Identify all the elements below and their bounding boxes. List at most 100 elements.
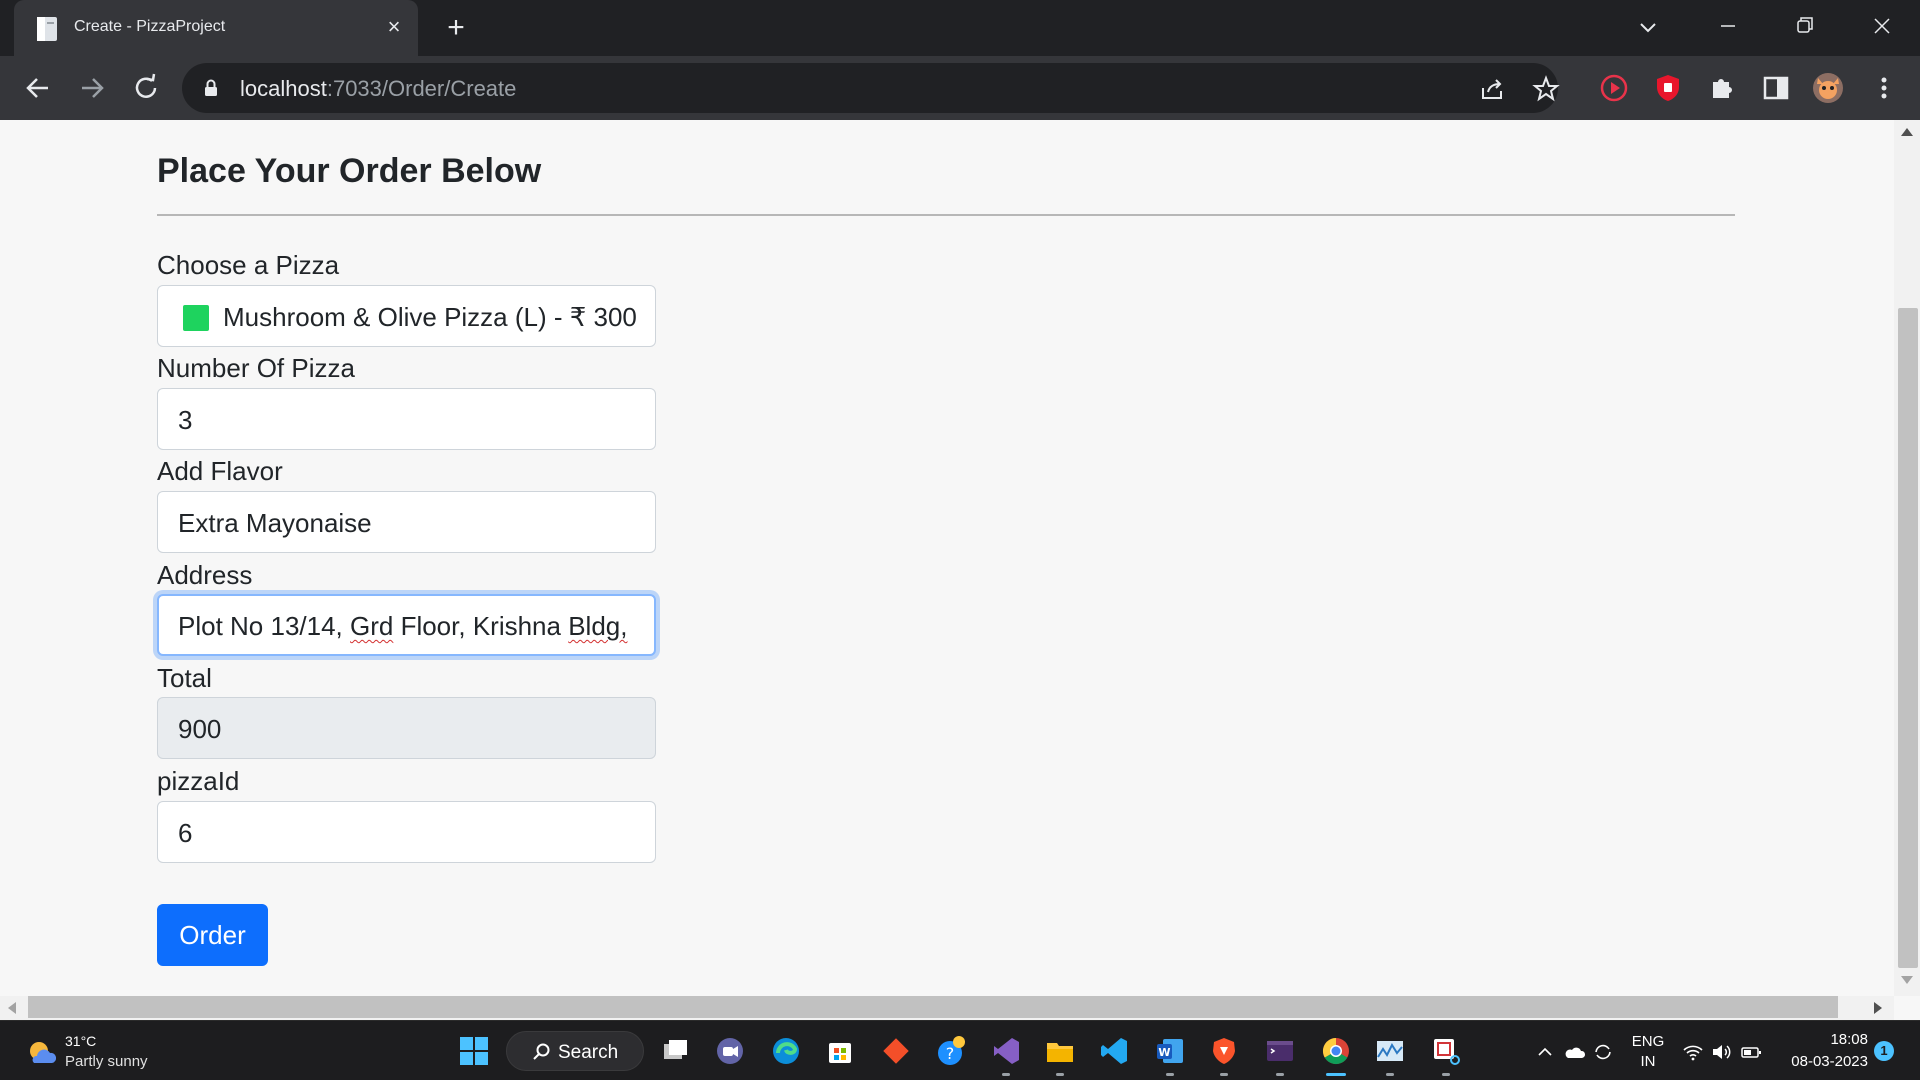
terminal-icon[interactable] <box>1264 1035 1296 1067</box>
pizzaid-label: pizzaId <box>157 766 240 796</box>
close-icon[interactable]: × <box>380 13 408 41</box>
vertical-scrollbar[interactable] <box>1894 120 1920 996</box>
onedrive-icon[interactable] <box>1564 1041 1586 1063</box>
scroll-down-icon[interactable] <box>1901 976 1913 984</box>
running-indicator <box>1276 1073 1284 1076</box>
battery-icon[interactable] <box>1740 1041 1762 1063</box>
flavor-label: Add Flavor <box>157 456 283 486</box>
flavor-value: Extra Mayonaise <box>178 508 372 538</box>
record-extension-icon[interactable] <box>1598 72 1630 104</box>
browser-tab[interactable]: Create - PizzaProject × <box>14 0 418 56</box>
taskbar-search[interactable]: Search <box>506 1031 644 1071</box>
total-value: 900 <box>178 714 222 744</box>
lock-icon[interactable] <box>204 79 218 97</box>
puzzle-extensions-icon[interactable] <box>1706 72 1738 104</box>
url-text[interactable]: localhost:7033/Order/Create <box>240 76 516 102</box>
address-value: Plot No 13/14, Grd Floor, Krishna Bldg, <box>178 611 628 641</box>
running-indicator <box>1166 1073 1174 1076</box>
chevron-up-icon[interactable] <box>1534 1041 1556 1063</box>
minimize-icon[interactable] <box>1700 8 1756 44</box>
volume-icon[interactable] <box>1710 1041 1732 1063</box>
back-icon[interactable] <box>20 70 56 106</box>
chrome-icon[interactable] <box>1320 1035 1352 1067</box>
restore-icon[interactable] <box>1776 8 1832 44</box>
language-indicator[interactable]: ENG <box>1628 1033 1668 1050</box>
partly-sunny-icon[interactable] <box>26 1039 56 1067</box>
search-label: Search <box>558 1042 619 1063</box>
clock-time[interactable]: 18:08 <box>1778 1031 1868 1048</box>
kebab-menu-icon[interactable] <box>1868 72 1900 104</box>
weather-desc[interactable]: Partly sunny <box>65 1053 148 1070</box>
pizza-color-swatch <box>183 305 209 331</box>
scrollbar-thumb[interactable] <box>28 996 1838 1018</box>
address-bar[interactable]: localhost:7033/Order/Create <box>182 63 1560 113</box>
brave-icon[interactable] <box>1208 1035 1240 1067</box>
count-label: Number Of Pizza <box>157 353 355 383</box>
scroll-up-icon[interactable] <box>1901 128 1913 136</box>
store-icon[interactable] <box>824 1035 856 1067</box>
pizzaid-value: 6 <box>178 818 193 848</box>
running-indicator <box>1002 1073 1010 1076</box>
vscode-icon[interactable] <box>1098 1035 1130 1067</box>
browser-tab-bar: Create - PizzaProject × + <box>0 0 1920 56</box>
pizza-select[interactable]: Mushroom & Olive Pizza (L) - ₹ 300 <box>157 285 656 347</box>
total-input: 900 <box>157 697 656 759</box>
active-indicator <box>1326 1073 1346 1076</box>
pizza-count-input[interactable]: 3 <box>157 388 656 450</box>
resource-monitor-icon[interactable] <box>1374 1035 1406 1067</box>
svg-text:?: ? <box>946 1044 955 1063</box>
clock-date[interactable]: 08-03-2023 <box>1768 1053 1868 1070</box>
window-close-icon[interactable] <box>1854 8 1910 44</box>
sync-icon[interactable] <box>1592 1041 1614 1063</box>
file-explorer-icon[interactable] <box>1044 1035 1076 1067</box>
language-region[interactable]: IN <box>1628 1053 1668 1070</box>
pizza-select-value: Mushroom & Olive Pizza (L) - ₹ 300 <box>223 302 637 332</box>
flavor-input[interactable]: Extra Mayonaise <box>157 491 656 553</box>
page-title: Place Your Order Below <box>157 152 542 190</box>
scroll-right-icon[interactable] <box>1874 1002 1882 1014</box>
reload-icon[interactable] <box>128 70 164 106</box>
task-view-icon[interactable] <box>660 1035 692 1067</box>
weather-temp[interactable]: 31°C <box>65 1033 96 1049</box>
address-label: Address <box>157 560 253 590</box>
running-indicator <box>1056 1073 1064 1076</box>
search-icon <box>533 1043 550 1060</box>
snipping-tool-icon[interactable] <box>1430 1035 1462 1067</box>
running-indicator <box>1220 1073 1228 1076</box>
chevron-down-icon[interactable] <box>1632 12 1664 44</box>
share-icon[interactable] <box>1478 75 1506 103</box>
order-button[interactable]: Order <box>157 904 268 966</box>
pizza-count-value: 3 <box>178 405 193 435</box>
notification-badge[interactable]: 1 <box>1874 1041 1894 1061</box>
scrollbar-thumb[interactable] <box>1898 308 1918 968</box>
pizzaid-input[interactable]: 6 <box>157 801 656 863</box>
avatar[interactable] <box>1812 72 1844 104</box>
shield-icon[interactable] <box>1652 72 1684 104</box>
start-icon[interactable] <box>458 1035 490 1067</box>
git-icon[interactable] <box>880 1035 912 1067</box>
page-content: Place Your Order Below Choose a Pizza Mu… <box>0 120 1894 996</box>
visual-studio-icon[interactable] <box>990 1035 1022 1067</box>
taskbar: 31°C Partly sunny Search ? W ENG IN 18:0… <box>0 1020 1920 1080</box>
address-input[interactable]: Plot No 13/14, Grd Floor, Krishna Bldg, <box>157 594 656 656</box>
new-tab-icon[interactable]: + <box>440 12 472 44</box>
bookmark-star-icon[interactable] <box>1532 75 1560 103</box>
document-icon <box>37 17 57 41</box>
running-indicator <box>1442 1073 1450 1076</box>
wifi-icon[interactable] <box>1682 1041 1704 1063</box>
divider <box>157 214 1735 216</box>
total-label: Total <box>157 663 212 693</box>
edge-icon[interactable] <box>770 1035 802 1067</box>
scroll-left-icon[interactable] <box>8 1002 16 1014</box>
horizontal-scrollbar[interactable] <box>0 996 1894 1020</box>
word-icon[interactable]: W <box>1154 1035 1186 1067</box>
side-panel-icon[interactable] <box>1760 72 1792 104</box>
help-icon[interactable]: ? <box>934 1035 966 1067</box>
running-indicator <box>1386 1073 1394 1076</box>
browser-toolbar: localhost:7033/Order/Create <box>0 56 1920 120</box>
chat-icon[interactable] <box>714 1035 746 1067</box>
forward-icon[interactable] <box>74 70 110 106</box>
pizza-label: Choose a Pizza <box>157 250 340 280</box>
svg-text:W: W <box>1158 1046 1170 1059</box>
tab-title: Create - PizzaProject <box>74 18 226 35</box>
